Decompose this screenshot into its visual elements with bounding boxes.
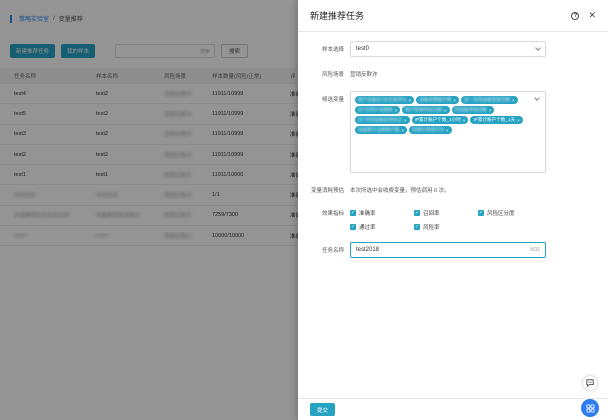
remove-tag-icon[interactable]: × xyxy=(394,108,397,113)
checkbox-checked-icon[interactable]: ✓ xyxy=(350,224,356,230)
remove-tag-icon[interactable]: × xyxy=(404,118,407,123)
usage-text: 本次所选中会收费变量，预估调用 6 次。 xyxy=(350,188,450,194)
variable-tag: 近期IP异常行为 × xyxy=(409,126,452,134)
metric-label: 准确率 xyxy=(359,211,376,217)
variable-tag: 账户登录失败次数 × xyxy=(402,106,450,114)
task-name-input[interactable]: test2018 8/32 xyxy=(350,242,546,258)
variable-tag: 设备关联账户数 × xyxy=(416,96,460,104)
variable-tag-label: 设备关联账户数 xyxy=(419,97,452,102)
scene-row: 风险场景 营销反欺诈 xyxy=(298,70,378,78)
remove-tag-icon[interactable]: × xyxy=(463,118,466,123)
checkbox-checked-icon[interactable]: ✓ xyxy=(414,224,420,230)
metric-checkbox[interactable]: ✓ 召回率 xyxy=(414,209,478,217)
usage-row: 变量消耗预估 本次所选中会收费变量，预估调用 6 次。 xyxy=(298,186,450,194)
sample-label: 样本选择 xyxy=(321,47,344,53)
scene-value: 营销反欺诈 xyxy=(350,72,378,78)
task-name-value: test2018 xyxy=(356,247,380,253)
variable-tag-label: 同设备申请次数 xyxy=(454,107,487,112)
sample-value: test0 xyxy=(356,46,370,52)
metric-checkbox[interactable]: ✓ 风险率 xyxy=(414,223,478,231)
help-icon[interactable]: ? xyxy=(571,11,580,20)
chevron-down-icon xyxy=(535,45,541,51)
variable-tag-label: 账户登录失败次数 xyxy=(405,107,442,112)
sample-row: 样本选择 test0 xyxy=(298,41,546,57)
variable-tag: 用户设备近7天交易评分 × xyxy=(355,96,415,104)
name-label: 任务名称 xyxy=(321,248,344,254)
variable-tag: IP累计账户个数_1小时 × xyxy=(411,116,469,124)
drawer-header: 新建推荐任务 ? ✕ xyxy=(298,0,608,32)
remove-tag-icon[interactable]: × xyxy=(453,98,456,103)
metrics-row: 效果指标 ✓ 准确率 ✓ 召回率 ✓ 风险区分度 ✓ 通过率 ✓ 风险率 xyxy=(298,209,560,231)
remove-tag-icon[interactable]: × xyxy=(401,128,404,133)
submit-button[interactable]: 提交 xyxy=(310,403,336,416)
candidates-label: 候选变量 xyxy=(321,97,344,103)
remove-tag-icon[interactable]: × xyxy=(446,128,449,133)
remove-tag-icon[interactable]: × xyxy=(517,118,520,123)
checkbox-checked-icon[interactable]: ✓ xyxy=(478,210,484,216)
close-icon[interactable]: ✕ xyxy=(588,11,596,20)
variable-tag-label: IP累计账户个数_1小时 xyxy=(414,117,461,122)
remove-tag-icon[interactable]: × xyxy=(444,108,447,113)
usage-label: 变量消耗预估 xyxy=(310,188,344,194)
variable-tag-label: 近7天同IP注册数 xyxy=(358,107,393,112)
create-task-drawer: 新建推荐任务 ? ✕ 样本选择 test0 风险场景 营销反欺诈 候选变量 用户… xyxy=(298,0,608,420)
name-row: 任务名称 test2018 8/32 xyxy=(298,242,546,258)
remove-tag-icon[interactable]: × xyxy=(512,98,515,103)
metric-label: 风险区分度 xyxy=(487,211,515,217)
remove-tag-icon[interactable]: × xyxy=(489,108,492,113)
metric-label: 风险率 xyxy=(423,225,440,231)
variable-tag-label: 近7天同设备异常标记 xyxy=(358,117,402,122)
variable-tag: 同设备申请次数 × xyxy=(451,106,495,114)
variable-tag: 近一天同设备登录次数 × xyxy=(461,96,518,104)
metrics-checkboxes: ✓ 准确率 ✓ 召回率 ✓ 风险区分度 ✓ 通过率 ✓ 风险率 xyxy=(350,209,560,231)
char-counter: 8/32 xyxy=(530,247,540,253)
sample-select[interactable]: test0 xyxy=(350,41,546,57)
variable-tag: 近7天同IP注册数 × xyxy=(355,106,401,114)
variable-tag: 近7天同设备异常标记 × xyxy=(355,116,410,124)
candidate-variables-select[interactable]: 用户设备近7天交易评分 × 设备关联账户数 × 近一天同设备登录次数 × 近7天同IP注册数… xyxy=(350,91,546,173)
drawer-footer: 提交 xyxy=(298,398,608,420)
metric-label: 召回率 xyxy=(423,211,440,217)
variable-tag-label: 设备累计注册账户数 xyxy=(358,127,400,132)
remove-tag-icon[interactable]: × xyxy=(409,98,412,103)
variable-tag: IP累计账户个数_1天 × xyxy=(470,116,523,124)
metric-checkbox[interactable]: ✓ 风险区分度 xyxy=(478,209,542,217)
metric-checkbox[interactable]: ✓ 准确率 xyxy=(350,209,414,217)
variable-tag-label: IP累计账户个数_1天 xyxy=(473,117,516,122)
chevron-down-icon xyxy=(534,95,540,101)
grid-icon[interactable] xyxy=(581,399,599,417)
variable-tag-label: 用户设备近7天交易评分 xyxy=(358,97,407,102)
variable-tag-label: 近一天同设备登录次数 xyxy=(464,97,510,102)
header-icons: ? ✕ xyxy=(571,11,596,20)
metric-label: 通过率 xyxy=(359,225,376,231)
metric-checkbox[interactable]: ✓ 通过率 xyxy=(350,223,414,231)
metrics-label: 效果指标 xyxy=(321,211,344,217)
drawer-title: 新建推荐任务 xyxy=(310,11,365,21)
variable-tag: 设备累计注册账户数 × xyxy=(355,126,408,134)
checkbox-checked-icon[interactable]: ✓ xyxy=(414,210,420,216)
scene-label: 风险场景 xyxy=(321,72,344,78)
candidates-row: 候选变量 用户设备近7天交易评分 × 设备关联账户数 × 近一天同设备登录次数 × 近7天同… xyxy=(298,91,546,173)
variable-tag-label: 近期IP异常行为 xyxy=(412,127,444,132)
chat-icon[interactable] xyxy=(583,376,597,390)
checkbox-checked-icon[interactable]: ✓ xyxy=(350,210,356,216)
